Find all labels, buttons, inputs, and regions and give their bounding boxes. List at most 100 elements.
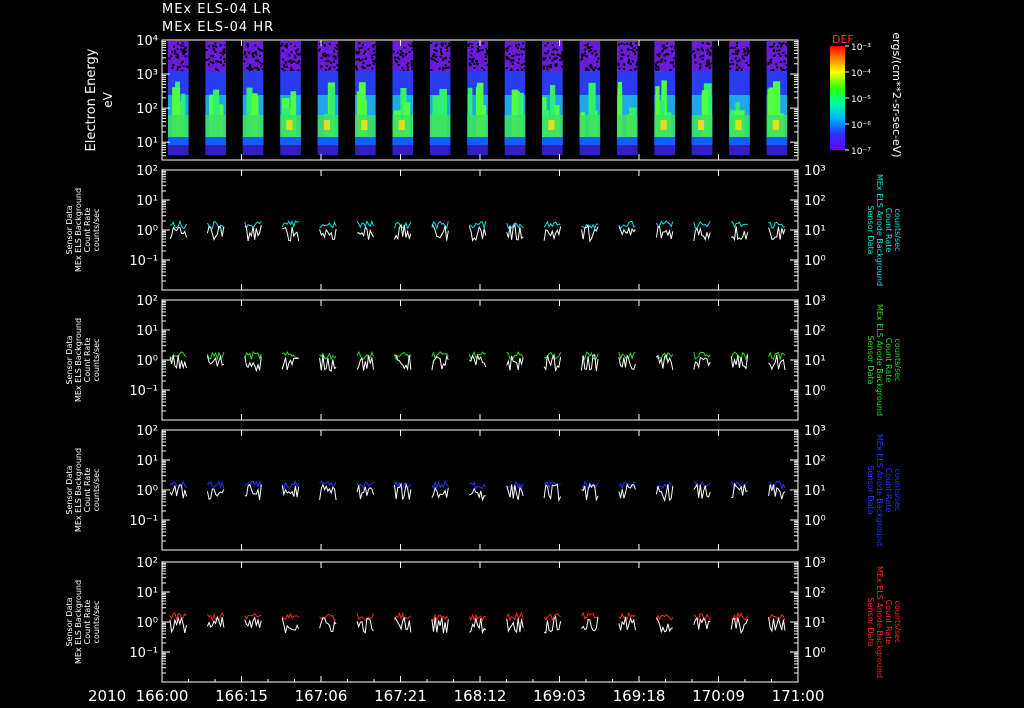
spectrogram-speckle	[694, 61, 697, 64]
time-axis: 166:00 166:15 167:06 167:21 168:12 169:03 169:…	[88, 40, 824, 705]
spectrogram-speckle	[560, 65, 563, 68]
spectrogram-speckle	[181, 42, 184, 45]
spectrogram-speckle	[594, 50, 597, 53]
spectrogram-speckle	[438, 67, 441, 70]
spectrogram-speckle	[214, 42, 217, 45]
spectrogram-speckle	[477, 47, 480, 50]
spectrogram-speckle	[442, 66, 445, 69]
series-line	[693, 226, 711, 242]
spectrogram-speckle	[173, 52, 176, 55]
spectrogram-speckle	[635, 63, 638, 66]
spectrogram-speckle	[520, 47, 523, 50]
spectrogram-speckle	[290, 51, 293, 54]
spectrogram-speckle	[736, 52, 739, 55]
spectrogram-speckle	[469, 58, 472, 61]
spectrogram-speckle	[225, 48, 228, 51]
series-line	[768, 613, 786, 621]
spectrogram-speckle	[362, 43, 365, 46]
y2label-line: Sensor Data	[866, 205, 875, 254]
spectrogram-speckle	[744, 54, 747, 57]
ylabel-line: Count Rate	[83, 208, 92, 253]
spectrogram-speckle	[524, 67, 527, 70]
spectrogram-segment	[317, 41, 340, 155]
spectrogram-segment	[729, 41, 751, 155]
spectrogram-speckle	[701, 58, 704, 61]
spectrogram-speckle	[176, 68, 179, 71]
spectrogram-hotspot	[323, 120, 330, 130]
spectrogram-speckle	[730, 59, 733, 62]
spectrogram-speckle	[209, 60, 212, 63]
spectrogram-speckle	[205, 49, 208, 52]
spectrogram-segment	[467, 41, 490, 155]
ytick-label: 10¹	[136, 586, 158, 601]
series-line	[169, 483, 187, 499]
spectrogram-speckle	[734, 57, 737, 60]
spectrogram-speckle	[599, 68, 602, 71]
spectrogram-speckle	[708, 54, 711, 57]
spectrogram-speckle	[699, 66, 702, 69]
spectrogram-segment	[504, 41, 527, 155]
spectrogram-speckle	[361, 46, 364, 49]
spectrogram-speckle	[555, 48, 558, 51]
spectrogram-speckle	[334, 55, 337, 58]
spectrogram-speckle	[517, 43, 520, 46]
ylabel-line: Sensor Data	[65, 597, 74, 646]
spectrogram-speckle	[620, 42, 623, 45]
series-line	[356, 219, 374, 229]
spectrogram-speckle	[662, 44, 665, 47]
spectrogram-speckle	[411, 43, 414, 46]
spectrogram-speckle	[471, 46, 474, 49]
spectrogram-speckle	[636, 61, 639, 64]
spectrogram-speckle	[329, 61, 332, 64]
spectrogram-speckle	[476, 62, 479, 65]
ytick-label: 10⁻¹	[129, 514, 158, 529]
spectrogram-speckle	[207, 63, 210, 66]
spectrogram-speckle	[674, 69, 677, 72]
spectrogram-speckle	[433, 53, 436, 56]
spectrogram-band-base	[542, 137, 563, 145]
spectrogram-speckle	[362, 67, 365, 70]
spectrogram-speckle	[320, 65, 323, 68]
spectrogram-speckle	[406, 68, 409, 71]
spectrogram-speckle	[404, 53, 407, 56]
y2label-line: MEx ELS Anode Background	[875, 566, 884, 678]
spectrogram-speckle	[767, 61, 770, 64]
spectrogram-speckle	[596, 60, 599, 63]
spectrogram-speckle	[251, 68, 254, 71]
spectrogram-speckle	[261, 62, 264, 65]
spectrogram-speckle	[588, 50, 591, 53]
spectrogram-speckle	[409, 45, 412, 48]
spectrogram-speckle	[630, 49, 633, 52]
colorbar-tick-label: 10⁻³	[851, 43, 871, 53]
spectrogram-speckle	[773, 42, 776, 45]
spec-ytick-label: 10³	[136, 68, 158, 83]
spectrogram-speckle	[775, 66, 778, 69]
spectrogram-speckle	[394, 56, 397, 59]
ytick-label: 10⁰	[136, 224, 158, 239]
spectrogram-speckle	[655, 63, 658, 66]
spectrogram-speckle	[180, 61, 183, 64]
spectrogram-speckle	[255, 59, 258, 62]
spectrogram-speckle	[484, 60, 487, 63]
ylabel-line: counts/sec	[92, 209, 101, 252]
spectrogram-speckle	[524, 58, 527, 61]
spectrogram-speckle	[486, 51, 489, 54]
spectrogram-segment	[242, 41, 265, 155]
ytick-label: 10⁰	[136, 354, 158, 369]
spectrogram-speckle	[259, 65, 262, 68]
spectrogram-speckle	[551, 59, 554, 62]
y2tick-label: 10¹	[804, 224, 826, 239]
spectrogram-speckle	[665, 46, 668, 49]
spectrogram-speckle	[223, 58, 226, 61]
spectrogram-speckle	[181, 50, 184, 53]
spectrogram-speckle	[439, 50, 442, 53]
ytick-label: 10²	[136, 294, 158, 309]
series-line	[731, 226, 749, 242]
xtick-label: 166:00	[136, 687, 189, 705]
spectrogram-band-floor	[205, 145, 226, 155]
spectrogram-speckle	[320, 57, 323, 60]
spectrogram-speckle	[284, 62, 287, 65]
spectrogram-speckle	[561, 51, 564, 54]
spectrogram-speckle	[510, 59, 513, 62]
series-line	[356, 226, 374, 240]
